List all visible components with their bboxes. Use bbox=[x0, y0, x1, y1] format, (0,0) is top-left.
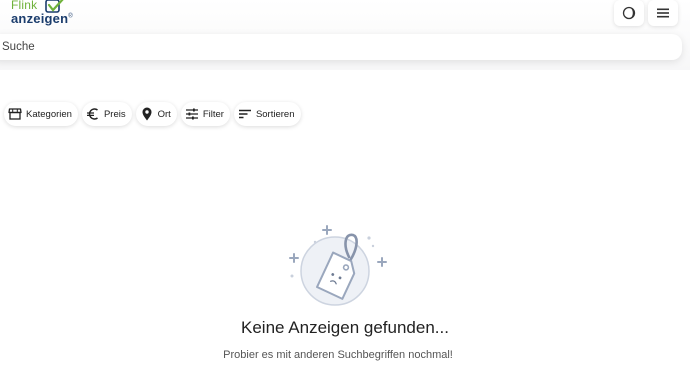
store-icon bbox=[8, 107, 22, 121]
filter-chip-filter[interactable]: Filter bbox=[180, 102, 230, 126]
filter-chip-label: Filter bbox=[202, 108, 224, 120]
filter-chip-ort[interactable]: Ort bbox=[135, 102, 177, 126]
empty-state-subtitle: Probier es mit anderen Suchbegriffen noc… bbox=[223, 349, 453, 361]
filter-chip-label: Preis bbox=[103, 108, 126, 120]
filter-chip-kategorien[interactable]: Kategorien bbox=[4, 102, 78, 126]
filter-chip-label: Sortieren bbox=[255, 108, 295, 120]
sliders-icon bbox=[185, 107, 199, 121]
empty-state-title: Keine Anzeigen gefunden... bbox=[241, 318, 449, 337]
filter-chip-sortieren[interactable]: Sortieren bbox=[233, 102, 301, 126]
location-pin-icon bbox=[140, 107, 154, 121]
euro-icon bbox=[86, 107, 100, 121]
search-input[interactable] bbox=[0, 34, 682, 60]
filter-chip-label: Kategorien bbox=[26, 108, 72, 120]
theme-toggle-button[interactable] bbox=[614, 0, 644, 26]
sort-icon bbox=[238, 107, 252, 121]
filter-chip-label: Ort bbox=[157, 108, 171, 120]
header: Flink anzeigen® bbox=[0, 0, 690, 70]
hamburger-menu-icon bbox=[657, 8, 669, 18]
site-logo[interactable]: Flink anzeigen® bbox=[8, 0, 88, 28]
empty-state-illustration bbox=[287, 223, 391, 314]
price-tag-icon bbox=[289, 225, 387, 306]
logo-text-line2: anzeigen® bbox=[11, 11, 73, 26]
half-moon-icon bbox=[622, 6, 636, 20]
filter-bar: Kategorien Preis Ort Filter Sortieren bbox=[4, 102, 301, 126]
menu-button[interactable] bbox=[648, 0, 678, 26]
search-bar[interactable] bbox=[0, 34, 682, 60]
filter-chip-preis[interactable]: Preis bbox=[81, 102, 132, 126]
